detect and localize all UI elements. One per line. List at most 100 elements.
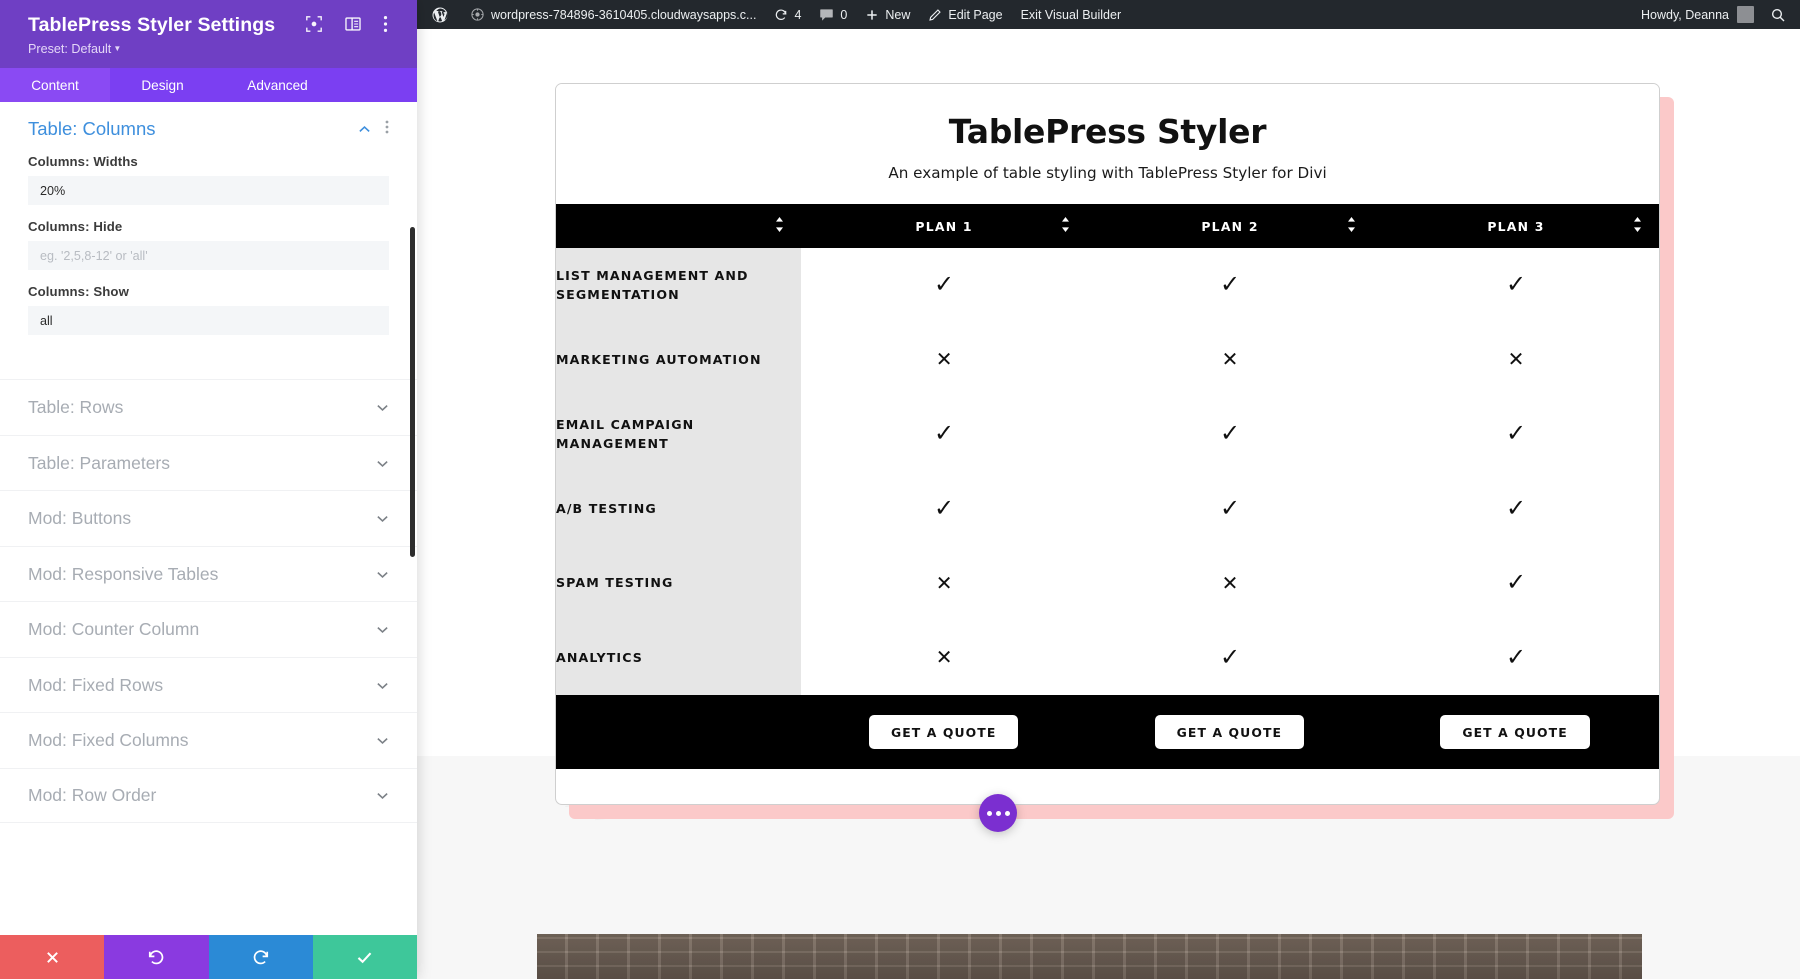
sort-icon[interactable] [1347,217,1356,235]
chevron-down-icon[interactable] [376,789,389,802]
accordion-section-3[interactable]: Mod: Responsive Tables [0,545,417,602]
edit-page-label: Edit Page [948,7,1003,22]
preset-label: Preset: Default [28,42,112,57]
chevron-down-icon[interactable] [376,457,389,470]
layout-panel-icon[interactable] [344,15,362,33]
feature-cell: A/B TESTING [556,471,802,546]
cross-icon: ✕ [1507,347,1525,372]
save-button[interactable] [312,935,417,979]
wordpress-logo-icon[interactable] [417,0,461,29]
accordion-section-label: Mod: Buttons [28,508,132,529]
chevron-down-icon[interactable] [376,401,389,414]
accordion-section-5[interactable]: Mod: Fixed Rows [0,656,417,713]
check-icon-cell: ✓ [1087,471,1374,546]
admin-bar-left-group: wordpress-784896-3610405.cloudwaysapps.c… [417,0,1130,29]
focus-target-icon[interactable] [305,15,323,33]
column-header-plan-1[interactable]: PLAN 1 [801,204,1088,248]
check-icon: ✓ [1219,270,1241,299]
edit-page-menu[interactable]: Edit Page [919,0,1011,29]
account-menu[interactable]: Howdy, Deanna [1631,6,1764,23]
comments-menu[interactable]: 0 [810,0,856,29]
updates-count: 4 [794,7,802,22]
cross-icon: ✕ [1221,347,1239,372]
feature-cell: SPAM TESTING [556,546,802,621]
column-header-plan-3[interactable]: PLAN 3 [1373,204,1659,248]
accordion-section-4[interactable]: Mod: Counter Column [0,601,417,657]
chevron-down-icon[interactable] [376,734,389,747]
settings-panel-header-icons [305,15,401,33]
table-footer: GET A QUOTE GET A QUOTE GET A QUOTE [556,695,1659,769]
cross-icon-cell: ✕ [801,546,1088,621]
accordion-section-label: Mod: Fixed Columns [28,730,189,751]
check-icon-cell: ✓ [1373,546,1659,621]
admin-bar-right-group: Howdy, Deanna [1631,0,1800,29]
accordion-section-1[interactable]: Table: Parameters [0,434,417,491]
columns-widths-input[interactable] [28,176,389,206]
chevron-down-icon[interactable] [376,679,389,692]
table-row: SPAM TESTING ✕ ✕ ✓ [556,546,1659,621]
section-more-icon[interactable] [385,120,389,139]
check-icon-cell: ✓ [1373,620,1659,695]
preset-selector[interactable]: Preset: Default ▼ [28,42,395,56]
check-icon: ✓ [1505,419,1527,448]
get-quote-button-2[interactable]: GET A QUOTE [1154,715,1305,749]
pricing-table: PLAN 1 PLAN 2 PLAN 3 LIST MANAGEMENT AND… [556,204,1659,695]
table-row: A/B TESTING ✓ ✓ ✓ [556,471,1659,546]
check-icon: ✓ [1219,419,1241,448]
accordion-section-2[interactable]: Mod: Buttons [0,490,417,546]
card-header: TablePress Styler An example of table st… [556,84,1659,204]
tab-content[interactable]: Content [0,68,110,103]
sort-icon[interactable] [1061,217,1070,235]
panel-scrollbar[interactable] [410,227,415,558]
redo-button[interactable] [208,935,313,979]
undo-button[interactable] [104,935,209,979]
comments-count: 0 [840,7,848,22]
column-header-feature[interactable] [556,204,802,248]
settings-tabs: Content Design Advanced [0,68,417,103]
screen-root: wordpress-784896-3610405.cloudwaysapps.c… [0,0,1800,979]
site-name-menu[interactable]: wordpress-784896-3610405.cloudwaysapps.c… [461,0,765,29]
updates-menu[interactable]: 4 [765,0,810,29]
section-header[interactable]: Table: Columns [28,118,389,140]
column-header-plan-3-label: PLAN 3 [1487,218,1545,234]
sort-icon[interactable] [1633,217,1642,235]
cross-icon-cell: ✕ [801,322,1088,397]
cross-icon-cell: ✕ [1373,322,1659,397]
check-icon: ✓ [934,270,955,299]
accordion-section-7[interactable]: Mod: Row Order [0,767,417,824]
columns-hide-input[interactable] [28,241,389,271]
tab-advanced[interactable]: Advanced [215,68,340,103]
feature-cell: ANALYTICS [556,620,802,695]
check-icon-cell: ✓ [1087,397,1374,472]
chevron-down-icon[interactable] [376,512,389,525]
accordion-section-0[interactable]: Table: Rows [0,379,417,435]
settings-panel-footer [0,935,417,979]
dot-icon [995,810,1001,816]
more-vertical-icon[interactable] [383,15,401,33]
tab-design[interactable]: Design [110,68,215,103]
columns-show-input[interactable] [28,306,389,336]
field-columns-widths: Columns: Widths [28,154,389,206]
check-icon-cell: ✓ [801,471,1088,546]
accordion-section-label: Table: Parameters [28,452,171,473]
new-content-menu[interactable]: New [856,0,919,29]
accordion-section-6[interactable]: Mod: Fixed Columns [0,712,417,768]
chevron-up-icon[interactable] [358,123,371,136]
sort-icon[interactable] [775,217,784,235]
column-header-plan-2[interactable]: PLAN 2 [1087,204,1374,248]
field-columns-show: Columns: Show [28,284,389,336]
field-columns-widths-label: Columns: Widths [28,154,138,170]
search-icon[interactable] [1764,7,1800,23]
get-quote-button-1[interactable]: GET A QUOTE [868,715,1019,749]
tab-advanced-label: Advanced [247,77,308,93]
divi-builder-fab[interactable] [979,794,1017,832]
chevron-down-icon[interactable] [376,623,389,636]
get-quote-button-3[interactable]: GET A QUOTE [1440,715,1590,749]
check-icon: ✓ [934,493,955,522]
exit-visual-builder-menu[interactable]: Exit Visual Builder [1012,0,1131,29]
check-icon-cell: ✓ [801,248,1088,323]
cross-icon-cell: ✕ [1087,322,1374,397]
cancel-button[interactable] [0,935,105,979]
accordion-section-label: Table: Rows [28,397,124,418]
chevron-down-icon[interactable] [376,568,389,581]
